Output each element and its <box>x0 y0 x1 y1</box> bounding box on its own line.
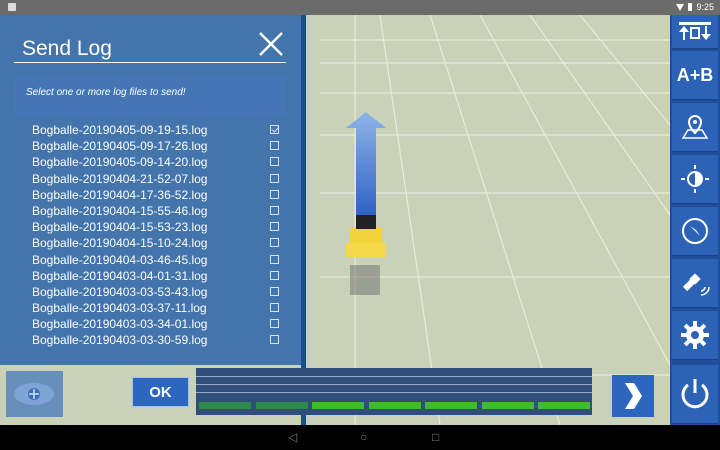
log-file-name: Bogballe-20190404-15-55-46.log <box>32 203 208 218</box>
log-file-name: Bogballe-20190403-03-34-01.log <box>32 317 208 332</box>
tractor-icon <box>346 215 386 295</box>
log-file-row[interactable]: Bogballe-20190404-03-46-45.log <box>14 252 286 268</box>
log-file-row[interactable]: Bogballe-20190403-03-34-01.log <box>14 316 286 332</box>
log-file-checkbox[interactable] <box>270 189 279 199</box>
ab-line-icon: A+B <box>676 64 714 85</box>
dialog-title: Send Log <box>22 37 112 60</box>
log-file-name: Bogballe-20190403-03-53-43.log <box>32 284 208 299</box>
log-file-checkbox[interactable] <box>270 335 279 345</box>
section-meter <box>196 368 592 415</box>
notification-icon <box>8 3 16 11</box>
home-icon[interactable]: ○ <box>360 430 367 444</box>
system-nav-bar: ◁ ○ □ <box>0 425 720 450</box>
log-file-row[interactable]: Bogballe-20190403-03-53-43.log <box>14 284 286 300</box>
compass-button[interactable] <box>672 207 718 256</box>
satellite-button[interactable] <box>672 259 718 308</box>
log-file-row[interactable]: Bogballe-20190404-21-52-07.log <box>14 171 286 187</box>
meter-segment <box>368 402 421 409</box>
log-file-checkbox[interactable] <box>270 205 279 215</box>
meter-segment <box>425 402 477 409</box>
compass-icon <box>682 218 708 244</box>
meter-segment <box>538 402 590 409</box>
satellite-icon <box>682 273 710 296</box>
log-file-name: Bogballe-20190404-17-36-52.log <box>32 187 208 202</box>
map-pin-icon <box>681 114 709 139</box>
dialog-hint: Select one or more log files to send! <box>26 87 186 98</box>
brightness-icon <box>681 165 709 193</box>
back-icon[interactable]: ◁ <box>288 430 297 444</box>
log-file-name: Bogballe-20190404-15-10-24.log <box>32 236 208 251</box>
battery-icon <box>688 3 693 11</box>
side-toolbar: A+B <box>670 15 720 425</box>
power-button[interactable] <box>672 365 718 424</box>
log-file-checkbox[interactable] <box>270 125 279 134</box>
log-file-checkbox[interactable] <box>270 238 279 248</box>
log-file-row[interactable]: Bogballe-20190404-15-10-24.log <box>14 235 286 251</box>
close-icon[interactable] <box>258 31 284 57</box>
wifi-icon <box>676 3 685 11</box>
log-file-checkbox[interactable] <box>270 254 279 264</box>
log-file-row[interactable]: Bogballe-20190404-15-55-46.log <box>14 203 286 219</box>
eye-icon <box>14 383 54 405</box>
status-time: 9:25 <box>696 2 714 12</box>
log-file-checkbox[interactable] <box>270 270 279 280</box>
meter-segment <box>255 402 308 409</box>
log-file-name: Bogballe-20190404-03-46-45.log <box>32 252 208 267</box>
chevron-right-icon <box>625 383 642 409</box>
title-underline <box>14 62 286 63</box>
ok-button[interactable]: OK <box>132 377 189 407</box>
log-file-checkbox[interactable] <box>270 303 279 313</box>
log-file-name: Bogballe-20190403-03-37-11.log <box>32 301 207 316</box>
log-file-name: Bogballe-20190405-09-17-26.log <box>32 139 208 154</box>
send-log-dialog: Send Log Select one or more log files to… <box>0 15 306 425</box>
log-file-name: Bogballe-20190405-09-14-20.log <box>32 155 208 170</box>
log-file-name: Bogballe-20190404-21-52-07.log <box>32 171 208 186</box>
log-file-list: Bogballe-20190405-09-19-15.log Bogballe-2… <box>14 122 286 349</box>
power-icon <box>681 379 709 409</box>
section-control-button[interactable] <box>672 15 718 49</box>
next-button[interactable] <box>612 375 654 417</box>
log-file-checkbox[interactable] <box>270 319 279 329</box>
meter-segment <box>312 402 364 409</box>
log-file-checkbox[interactable] <box>270 222 279 232</box>
log-file-checkbox[interactable] <box>270 286 279 296</box>
dialog-divider <box>301 15 306 425</box>
map-pin-button[interactable] <box>672 103 718 152</box>
log-file-name: Bogballe-20190404-15-53-23.log <box>32 220 208 235</box>
meter-segment <box>481 402 534 409</box>
section-arrows-icon <box>679 21 711 40</box>
ab-line-button[interactable]: A+B <box>672 51 718 100</box>
log-file-row[interactable]: Bogballe-20190403-03-37-11.log <box>14 300 286 316</box>
log-file-name: Bogballe-20190403-03-30-59.log <box>32 333 208 348</box>
log-file-row[interactable]: Bogballe-20190405-09-17-26.log <box>14 138 286 154</box>
log-file-checkbox[interactable] <box>270 141 279 151</box>
log-file-row[interactable]: Bogballe-20190403-04-01-31.log <box>14 268 286 284</box>
log-file-row[interactable]: Bogballe-20190404-15-53-23.log <box>14 219 286 235</box>
meter-segment <box>199 402 251 409</box>
recents-icon[interactable]: □ <box>432 430 439 444</box>
log-file-row[interactable]: Bogballe-20190403-03-30-59.log <box>14 332 286 348</box>
log-file-checkbox[interactable] <box>270 173 279 183</box>
status-bar: 9:25 <box>0 0 720 15</box>
heading-arrow <box>346 112 386 220</box>
log-file-name: Bogballe-20190405-09-19-15.log <box>32 123 208 137</box>
log-file-row[interactable]: Bogballe-20190405-09-14-20.log <box>14 154 286 170</box>
log-file-checkbox[interactable] <box>270 157 279 167</box>
log-file-name: Bogballe-20190403-04-01-31.log <box>32 268 208 283</box>
log-file-row[interactable]: Bogballe-20190404-17-36-52.log <box>14 187 286 203</box>
settings-button[interactable] <box>672 311 718 360</box>
brightness-button[interactable] <box>672 155 718 204</box>
gear-icon <box>681 321 709 349</box>
view-toggle-button[interactable] <box>6 371 63 417</box>
log-file-row[interactable]: Bogballe-20190405-09-19-15.log <box>14 122 286 138</box>
